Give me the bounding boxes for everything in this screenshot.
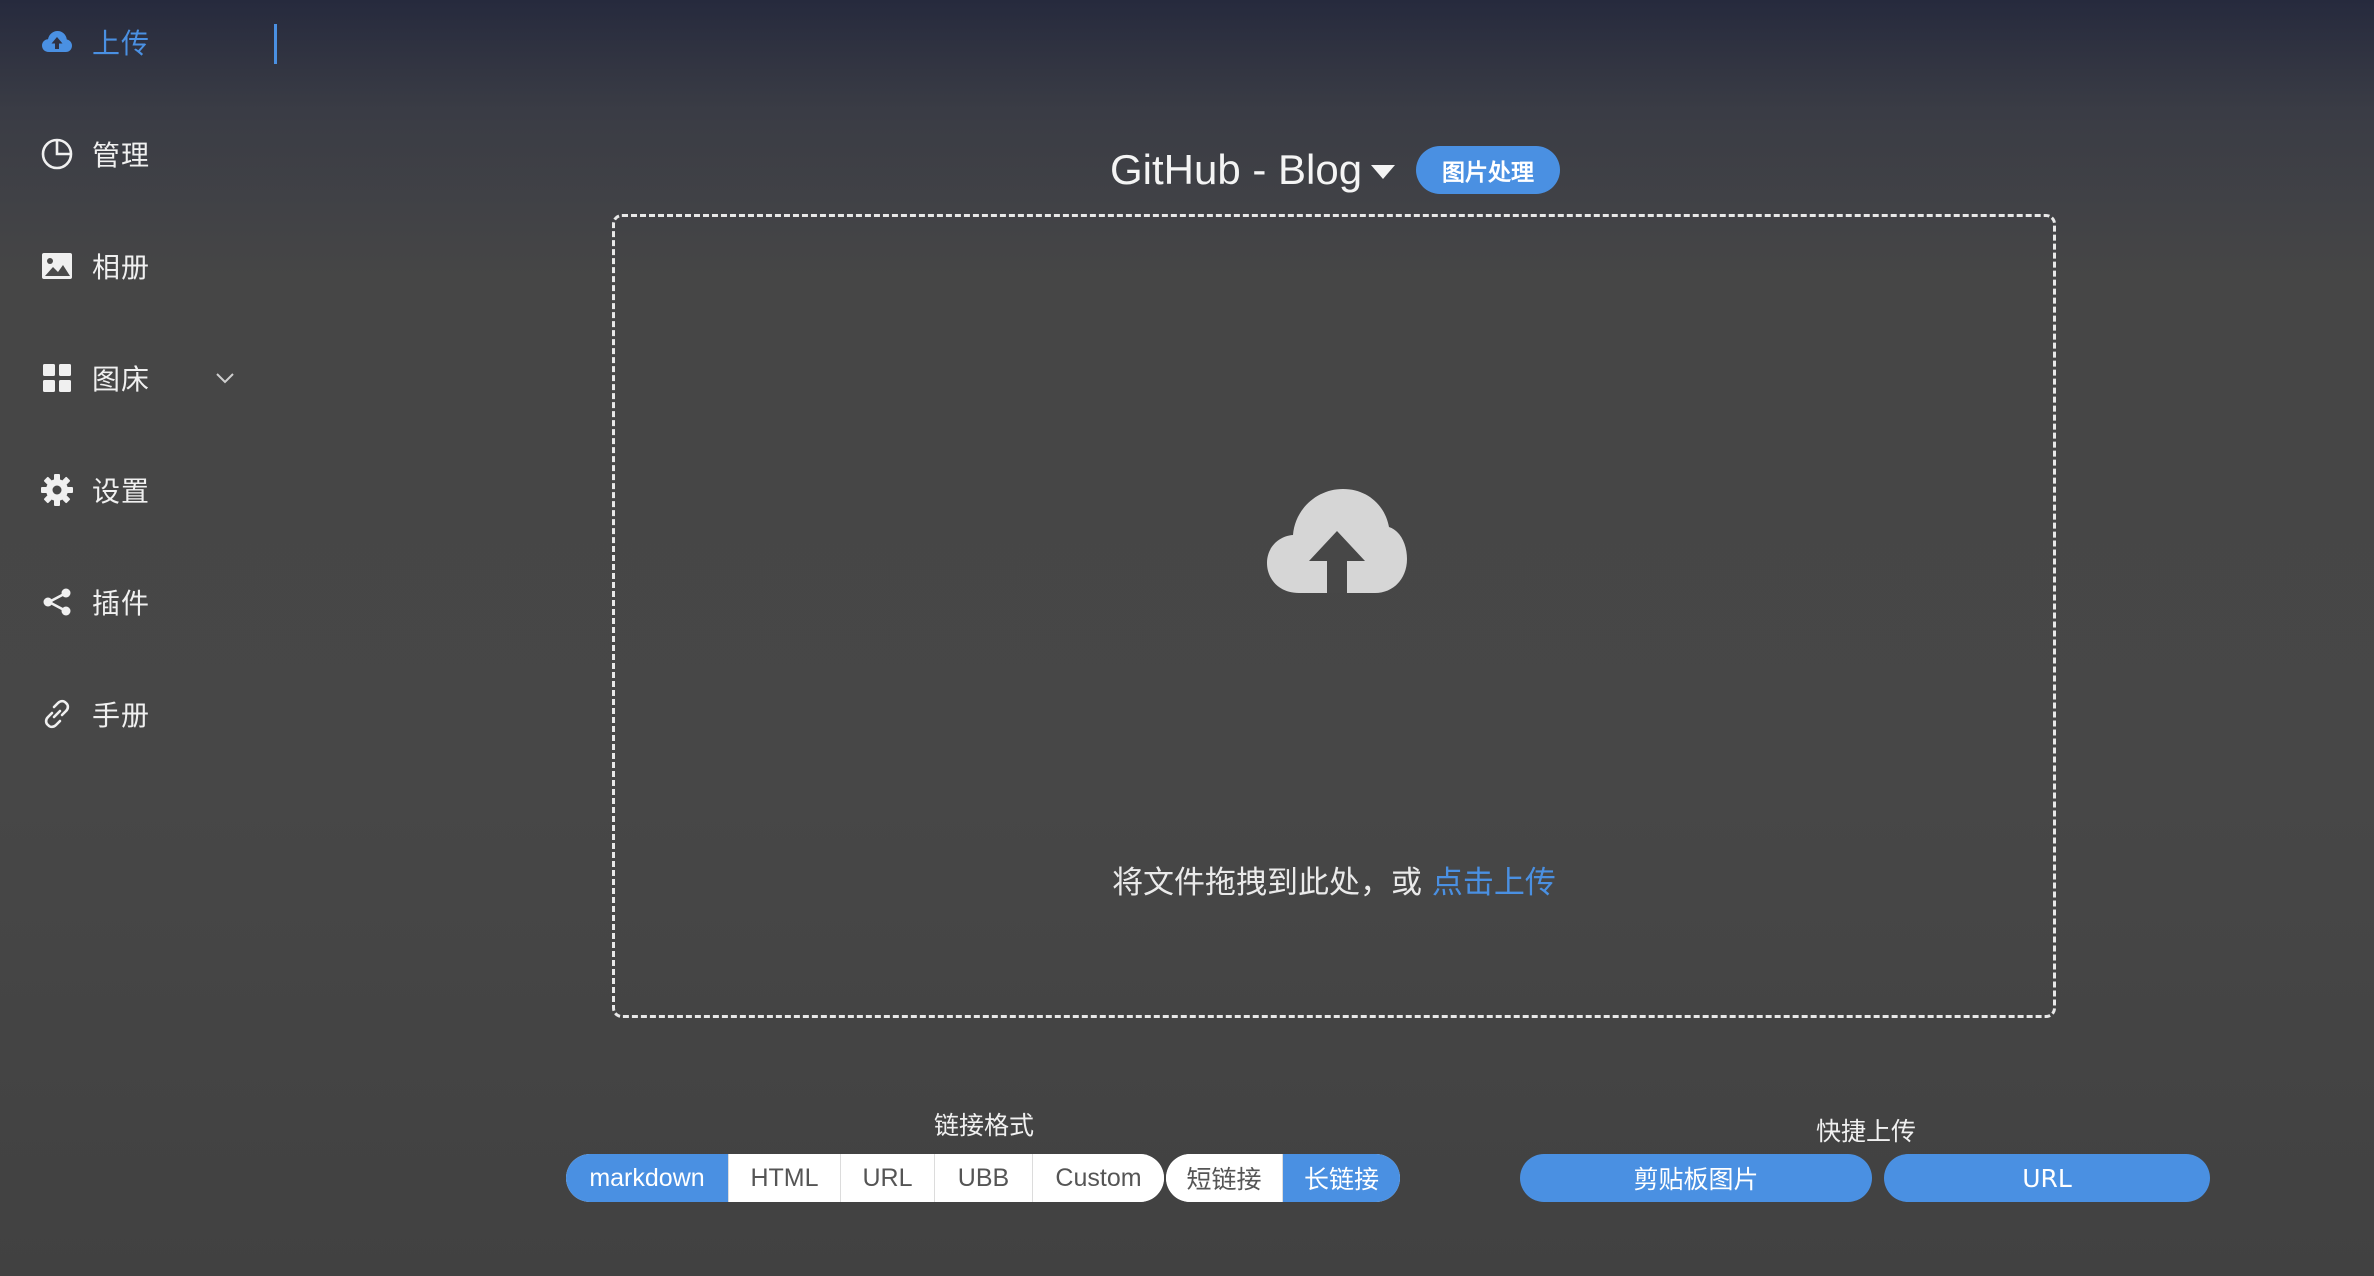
sidebar-item-gallery[interactable]: 相册 xyxy=(0,226,280,306)
format-markdown-button[interactable]: markdown xyxy=(566,1154,728,1202)
long-link-button[interactable]: 长链接 xyxy=(1282,1154,1400,1202)
sidebar-item-settings[interactable]: 设置 xyxy=(0,450,280,530)
chevron-down-icon[interactable] xyxy=(212,365,238,391)
gear-icon xyxy=(40,473,74,507)
link-format-group: markdown HTML URL UBB Custom xyxy=(566,1154,1164,1202)
clipboard-upload-button[interactable]: 剪贴板图片 xyxy=(1520,1154,1872,1202)
dropzone-hint-text: 将文件拖拽到此处，或 xyxy=(1112,865,1432,901)
image-process-button[interactable]: 图片处理 xyxy=(1416,146,1560,194)
sidebar-item-picbeds[interactable]: 图床 xyxy=(0,338,280,418)
link-length-group: 短链接 长链接 xyxy=(1166,1154,1400,1202)
share-icon xyxy=(40,585,74,619)
format-html-button[interactable]: HTML xyxy=(728,1154,840,1202)
dropzone-hint: 将文件拖拽到此处，或 点击上传 xyxy=(615,857,2053,902)
picbed-selector[interactable]: GitHub - Blog xyxy=(1110,140,1362,200)
format-ubb-button[interactable]: UBB xyxy=(934,1154,1032,1202)
format-custom-button[interactable]: Custom xyxy=(1032,1154,1164,1202)
picture-icon xyxy=(40,249,74,283)
sidebar-item-manual[interactable]: 手册 xyxy=(0,674,280,754)
link-icon xyxy=(40,697,74,731)
grid-icon xyxy=(40,361,74,395)
active-indicator xyxy=(274,24,277,64)
sidebar-item-label: 上传 xyxy=(92,27,151,60)
sidebar-item-label: 设置 xyxy=(92,475,151,508)
sidebar-item-label: 相册 xyxy=(92,251,151,284)
format-url-button[interactable]: URL xyxy=(840,1154,934,1202)
caret-down-icon[interactable] xyxy=(1370,164,1396,180)
sidebar-item-label: 手册 xyxy=(92,699,151,732)
link-format-label: 链接格式 xyxy=(934,1111,1035,1140)
sidebar-item-label: 插件 xyxy=(92,587,151,620)
sidebar-item-plugins[interactable]: 插件 xyxy=(0,562,280,642)
url-upload-button[interactable]: URL xyxy=(1884,1154,2210,1202)
sidebar: 上传 管理 相册 图床 设置 插件 手册 xyxy=(0,0,280,1276)
short-link-button[interactable]: 短链接 xyxy=(1166,1154,1282,1202)
sidebar-item-label: 管理 xyxy=(92,139,151,172)
sidebar-item-upload[interactable]: 上传 xyxy=(0,2,280,82)
sidebar-item-label: 图床 xyxy=(92,363,151,396)
cloud-upload-icon xyxy=(40,25,74,59)
cloud-upload-icon xyxy=(1267,489,1407,593)
quick-upload-label: 快捷上传 xyxy=(1816,1117,1917,1146)
click-upload-link[interactable]: 点击上传 xyxy=(1432,865,1556,901)
upload-dropzone[interactable]: 将文件拖拽到此处，或 点击上传 xyxy=(612,214,2056,1018)
sidebar-item-manage[interactable]: 管理 xyxy=(0,114,280,194)
pie-chart-icon xyxy=(40,137,74,171)
